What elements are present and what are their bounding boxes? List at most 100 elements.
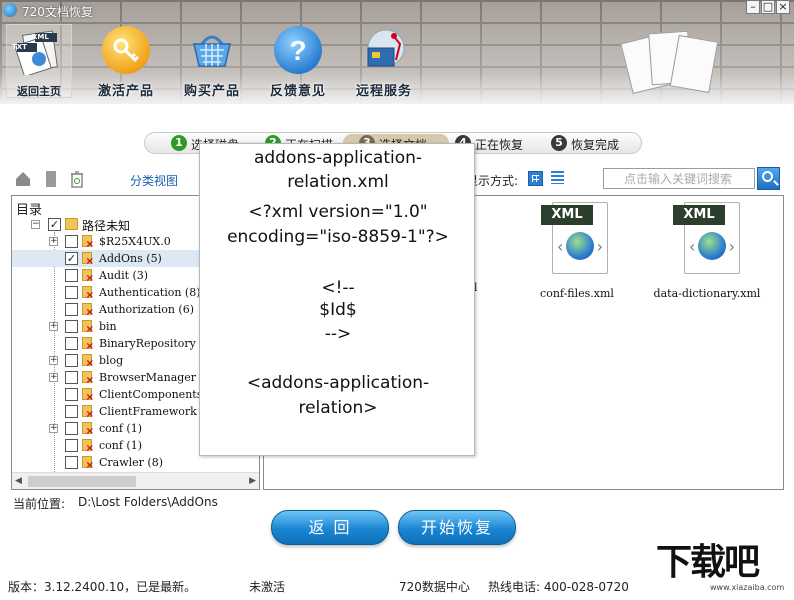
tree-item-checkbox[interactable]	[65, 235, 78, 248]
tree-item-checkbox[interactable]	[65, 422, 78, 435]
question-icon: ?	[274, 26, 322, 74]
data-center-link[interactable]: 720数据中心	[399, 578, 470, 595]
search-icon	[762, 171, 773, 182]
preview-line: <?xml version="1.0"	[248, 202, 428, 222]
remote-service-button[interactable]: 远程服务	[348, 26, 420, 100]
start-recovery-button[interactable]: 开始恢复	[398, 510, 516, 545]
tree-item-label: AddOns (5)	[99, 252, 162, 265]
expand-toggle[interactable]: +	[49, 356, 58, 365]
deleted-folder-icon: ×	[82, 269, 94, 284]
file-item[interactable]: XML ‹ › data-dictionary.xml	[648, 202, 768, 302]
tree-item-checkbox[interactable]: ✓	[65, 252, 78, 265]
category-view-link[interactable]: 分类视图	[130, 172, 178, 189]
tree-item-checkbox[interactable]	[65, 371, 78, 384]
hotline: 热线电话: 400-028-0720	[488, 580, 629, 594]
toolbox-icon	[360, 26, 408, 74]
scroll-right-arrow-icon[interactable]: ▶	[249, 476, 256, 486]
tree-item-label: ClientComponents	[99, 388, 203, 401]
scroll-left-arrow-icon[interactable]: ◀	[15, 476, 22, 486]
tree-item-checkbox[interactable]	[65, 286, 78, 299]
step-number: 5	[551, 135, 567, 151]
tree-item-label: BrowserManager (2)	[99, 371, 216, 384]
collapse-toggle[interactable]: −	[31, 220, 40, 229]
deleted-folder-icon: ×	[82, 439, 94, 454]
tree-item-label: conf (1)	[99, 422, 143, 435]
expand-toggle[interactable]: +	[49, 322, 58, 331]
tree-item-checkbox[interactable]	[65, 439, 78, 452]
header-banner: 720文档恢复 – □ × TXT XML 返回主页 激活产品 购买产品 ? 反…	[0, 0, 794, 104]
tree-item-checkbox[interactable]	[65, 320, 78, 333]
tree-item-label: BinaryRepository	[99, 337, 196, 350]
remote-service-label: 远程服务	[355, 84, 412, 99]
tree-item-checkbox[interactable]	[65, 303, 78, 316]
tree-item-checkbox[interactable]	[65, 388, 78, 401]
tree-item-label: $R25X4UX.0	[99, 235, 171, 248]
tree-item-label: Authentication (8)	[99, 286, 201, 299]
close-button[interactable]: ×	[776, 0, 790, 14]
home-button[interactable]: TXT XML 返回主页	[6, 24, 72, 98]
deleted-folder-icon: ×	[82, 405, 94, 420]
watermark-glyphs: 下载吧	[656, 542, 760, 583]
buy-product-label: 购买产品	[183, 84, 240, 99]
tree-item-label: conf (1)	[99, 439, 143, 452]
step-number: 1	[171, 135, 187, 151]
tree-item-checkbox[interactable]	[65, 405, 78, 418]
watermark-logo: 下载吧 www.xiazaiba.com	[656, 543, 786, 593]
file-item[interactable]: XML ‹ › conf-files.xml	[516, 202, 636, 302]
tree-horizontal-scrollbar[interactable]: ◀ ▶	[12, 472, 259, 489]
xml-file-tag: XML	[673, 205, 725, 225]
expand-toggle[interactable]: +	[49, 373, 58, 382]
title-bar: 720文档恢复 – □ ×	[0, 0, 794, 20]
key-icon	[102, 26, 150, 74]
deleted-folder-icon: ×	[82, 354, 94, 369]
buy-product-button[interactable]: 购买产品	[176, 26, 248, 100]
tree-item-label: Authorization (6)	[99, 303, 195, 316]
activate-product-button[interactable]: 激活产品	[90, 26, 162, 100]
deleted-folder-icon: ×	[82, 371, 94, 386]
version-status: 版本：3.12.2400.10，已是最新。	[8, 580, 197, 594]
app-title: 720文档恢复	[22, 5, 93, 19]
deleted-folder-icon: ×	[82, 320, 94, 335]
preview-line: addons-application-	[253, 148, 423, 168]
preview-line: $Id$	[319, 300, 357, 320]
tree-item-checkbox[interactable]	[65, 456, 78, 469]
folder-icon	[65, 218, 78, 230]
list-view-icon[interactable]	[551, 171, 564, 184]
expand-toggle[interactable]: +	[49, 237, 58, 246]
recycle-icon[interactable]	[68, 170, 86, 188]
document-icon[interactable]	[42, 170, 60, 188]
xml-file-icon: XML ‹ ›	[673, 202, 740, 274]
tree-item-label: Audit (3)	[99, 269, 149, 282]
svg-text:?: ?	[289, 35, 306, 66]
scrollbar-thumb[interactable]	[28, 476, 136, 487]
grid-view-icon[interactable]	[528, 171, 543, 186]
file-preview-tooltip: addons-application- relation.xml <?xml v…	[199, 143, 475, 456]
tree-item-checkbox[interactable]	[65, 269, 78, 282]
deleted-folder-icon: ×	[82, 456, 94, 471]
tree-root-checkbox[interactable]: ✓	[48, 218, 61, 231]
deleted-folder-icon: ×	[82, 337, 94, 352]
tree-item-label: bin	[99, 320, 117, 333]
expand-toggle[interactable]: +	[49, 424, 58, 433]
xml-file-icon: XML ‹ ›	[541, 202, 608, 274]
deleted-folder-icon: ×	[82, 235, 94, 250]
preview-line: <addons-application-	[246, 373, 430, 393]
activation-status: 未激活	[249, 580, 286, 594]
house-icon[interactable]	[14, 170, 32, 188]
tree-item[interactable]: × Crawler (8)	[12, 454, 259, 471]
maximize-button[interactable]: □	[761, 0, 775, 14]
preview-line: relation.xml	[287, 172, 389, 192]
feedback-button[interactable]: ? 反馈意见	[262, 26, 334, 100]
papers-illustration	[620, 28, 720, 95]
watermark-url: www.xiazaiba.com	[710, 583, 785, 592]
step-label: 正在恢复	[475, 138, 524, 152]
tree-item-checkbox[interactable]	[65, 354, 78, 367]
home-label: 返回主页	[17, 85, 61, 98]
minimize-button[interactable]: –	[746, 0, 760, 14]
back-button[interactable]: 返 回	[271, 510, 389, 545]
search-input[interactable]	[603, 168, 755, 189]
deleted-folder-icon: ×	[82, 388, 94, 403]
tree-item-checkbox[interactable]	[65, 337, 78, 350]
deleted-folder-icon: ×	[82, 422, 94, 437]
search-button[interactable]	[757, 167, 780, 190]
